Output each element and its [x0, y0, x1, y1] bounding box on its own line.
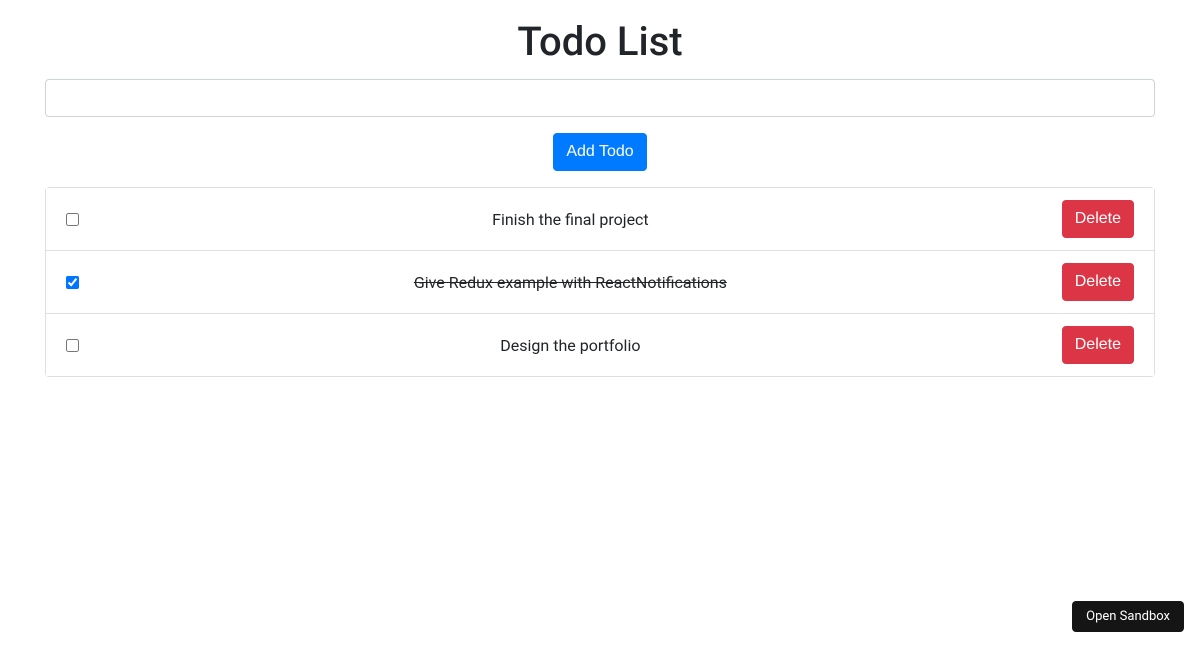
todo-text: Give Redux example with ReactNotificatio… [79, 273, 1062, 292]
todo-list: Finish the final project Delete Give Red… [45, 187, 1155, 377]
page-title: Todo List [45, 18, 1155, 65]
open-sandbox-button[interactable]: Open Sandbox [1072, 601, 1184, 632]
delete-button[interactable]: Delete [1062, 263, 1134, 301]
todo-item: Design the portfolio Delete [46, 314, 1154, 376]
delete-button[interactable]: Delete [1062, 326, 1134, 364]
todo-checkbox[interactable] [66, 276, 79, 289]
todo-checkbox[interactable] [66, 339, 79, 352]
todo-item: Finish the final project Delete [46, 188, 1154, 251]
add-todo-button[interactable]: Add Todo [553, 133, 646, 171]
todo-text: Design the portfolio [79, 336, 1062, 355]
delete-button[interactable]: Delete [1062, 200, 1134, 238]
todo-checkbox[interactable] [66, 213, 79, 226]
todo-text: Finish the final project [79, 210, 1062, 229]
new-todo-input[interactable] [45, 79, 1155, 117]
todo-item: Give Redux example with ReactNotificatio… [46, 251, 1154, 314]
